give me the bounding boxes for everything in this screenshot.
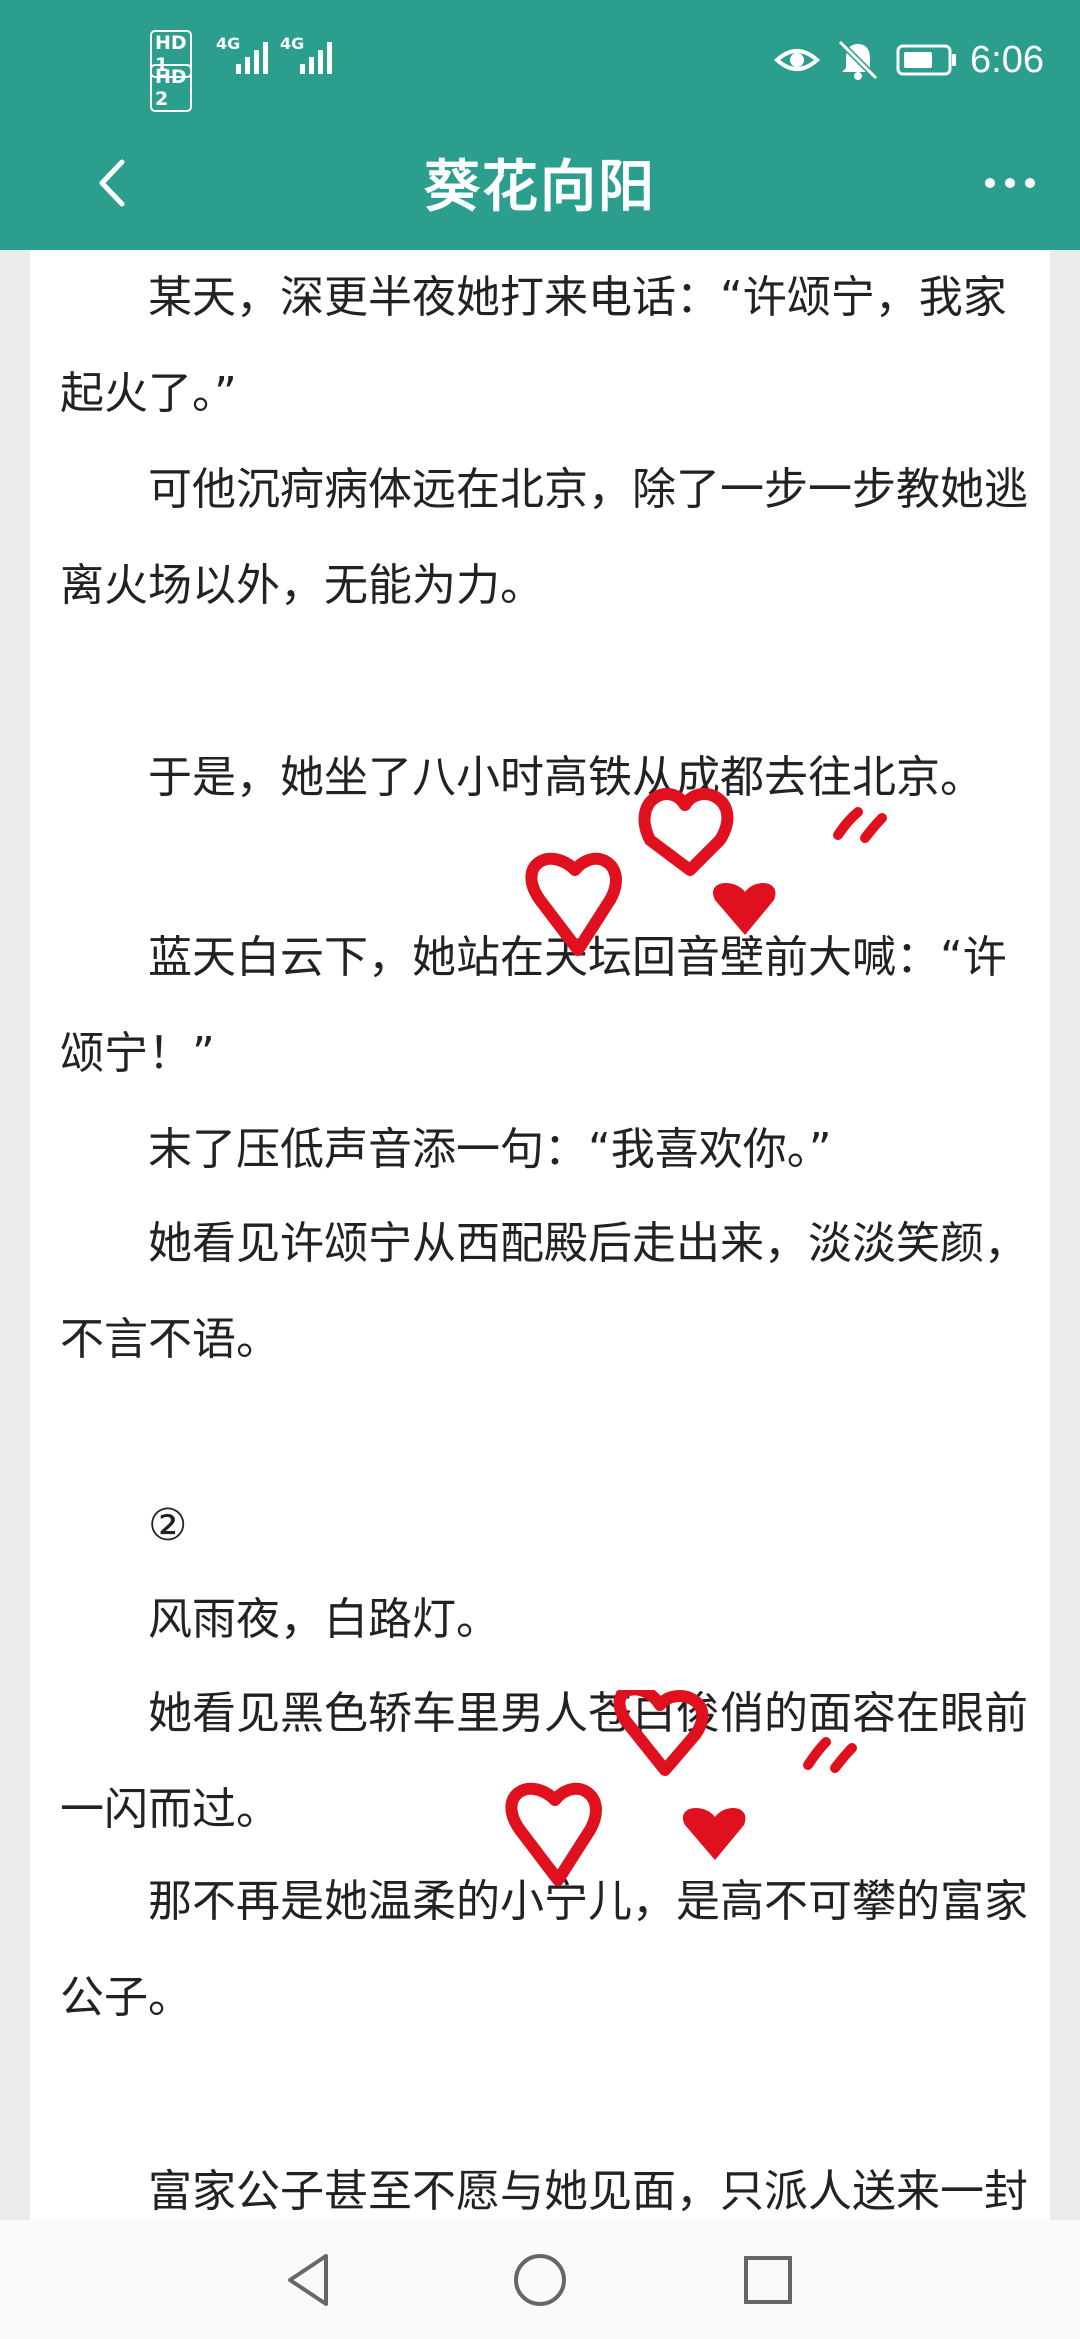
signal-bars-2-icon [300, 38, 332, 74]
recents-square-icon [744, 2256, 792, 2304]
eye-icon [774, 49, 821, 71]
sim2-badge: HD 2 [150, 64, 192, 112]
more-button[interactable] [980, 158, 1040, 208]
paragraph: 她看见许颂宁从西配殿后走出来，淡淡笑颜，不言不语。 [60, 1218, 1028, 1365]
nav-back-button[interactable] [278, 2248, 342, 2312]
bell-muted-icon [837, 39, 879, 81]
paragraph: 她看见黑色轿车里男人苍白俊俏的面容在眼前一闪而过。 [60, 1688, 1028, 1835]
paragraph: 末了压低声音添一句：“我喜欢你。” [148, 1124, 832, 1175]
home-circle-icon [514, 2254, 566, 2306]
section-number: ② [148, 1500, 188, 1551]
paragraph: 蓝天白云下，她站在天坛回音壁前大喊：“许颂宁！” [60, 932, 1007, 1079]
nav-recents-button[interactable] [736, 2248, 800, 2312]
paragraph: 某天，深更半夜她打来电话：“许颂宁，我家起火了。” [60, 272, 1007, 419]
paragraph: 风雨夜，白路灯。 [148, 1594, 500, 1645]
status-time: 6:06 [970, 38, 1044, 81]
page-title: 葵花向阳 [424, 155, 656, 220]
paragraph: 那不再是她温柔的小宁儿，是高不可攀的富家公子。 [60, 1876, 1028, 2023]
paragraph: 于是，她坐了八小时高铁从成都去往北京。 [148, 752, 984, 803]
navigation-bar [0, 2220, 1080, 2339]
nav-home-button[interactable] [508, 2248, 572, 2312]
status-icons: 6:06 [774, 32, 1044, 88]
battery-icon [896, 44, 957, 76]
article-content[interactable]: 某天，深更半夜她打来电话：“许颂宁，我家起火了。” 可他沉疴病体远在北京，除了一… [30, 250, 1050, 2220]
back-triangle-icon [288, 2254, 328, 2306]
signal-bars-1-icon [236, 38, 268, 74]
paragraph: 可他沉疴病体远在北京，除了一步一步教她逃离火场以外，无能为力。 [60, 464, 1028, 611]
more-dots-icon [985, 178, 1035, 188]
status-bar: HD 1 HD 2 4G 4G 6:06 [0, 0, 1080, 120]
paragraph: 富家公子甚至不愿与她见面，只派人送来一封 [148, 2166, 1028, 2217]
app-bar: 葵花向阳 [0, 120, 1080, 250]
